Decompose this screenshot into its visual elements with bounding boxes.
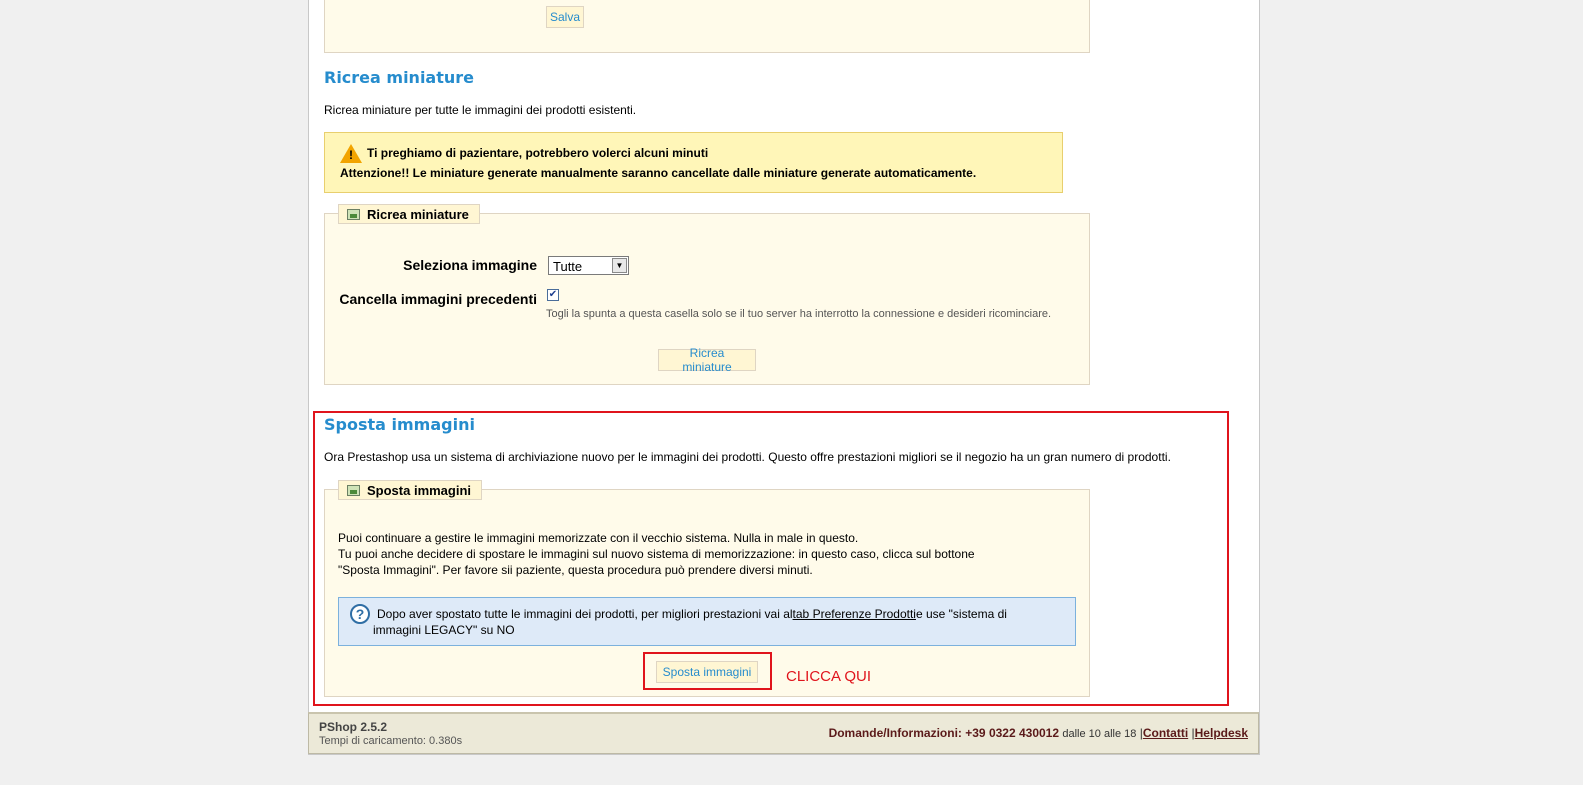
regen-legend: Ricrea miniature <box>338 204 480 224</box>
footer: PShop 2.5.2 Tempi di caricamento: 0.380s… <box>308 712 1259 754</box>
save-button[interactable]: Salva <box>546 6 584 28</box>
delete-previous-hint: Togli la spunta a questa casella solo se… <box>546 308 1052 320</box>
contact-phone: +39 0322 430012 <box>965 726 1060 740</box>
checkmark-icon: ✔ <box>548 289 558 300</box>
highlight-section-box <box>313 411 1229 706</box>
contact-hours: dalle 10 alle 18 <box>1062 728 1137 740</box>
chevron-down-icon[interactable]: ▼ <box>612 258 627 273</box>
contact-label: Domande/Informazioni: <box>828 726 962 740</box>
contacts-link[interactable]: Contatti <box>1143 726 1188 740</box>
select-image-dropdown[interactable]: Tutte ▼ <box>548 256 629 275</box>
select-image-label: Seleziona immagine <box>403 257 537 273</box>
regen-description: Ricrea miniature per tutte le immagini d… <box>324 103 637 117</box>
content-area: Salva Ricrea miniature Ricrea miniature … <box>308 0 1260 755</box>
warning-line-1: Ti preghiamo di pazientare, potrebbero v… <box>367 146 709 160</box>
footer-contact-info: Domande/Informazioni: +39 0322 430012 da… <box>829 726 1248 740</box>
settings-fieldset <box>324 0 1090 53</box>
select-image-value: Tutte <box>553 259 583 274</box>
footer-load-time: Tempi di caricamento: 0.380s <box>319 735 463 747</box>
helpdesk-link[interactable]: Helpdesk <box>1195 726 1248 740</box>
delete-previous-label: Cancella immagini precedenti <box>339 291 537 307</box>
regen-section-title: Ricrea miniature <box>324 68 475 87</box>
footer-version: PShop 2.5.2 <box>319 720 388 734</box>
warning-line-2: Attenzione!! Le miniature generate manua… <box>340 166 977 180</box>
warning-icon: ! <box>340 144 362 163</box>
delete-previous-checkbox[interactable]: ✔ <box>547 289 559 301</box>
regen-thumbnails-button[interactable]: Ricrea miniature <box>658 346 756 374</box>
warning-box: ! Ti preghiamo di pazientare, potrebbero… <box>324 132 1063 193</box>
image-icon <box>347 208 360 220</box>
regen-legend-label: Ricrea miniature <box>367 206 469 222</box>
